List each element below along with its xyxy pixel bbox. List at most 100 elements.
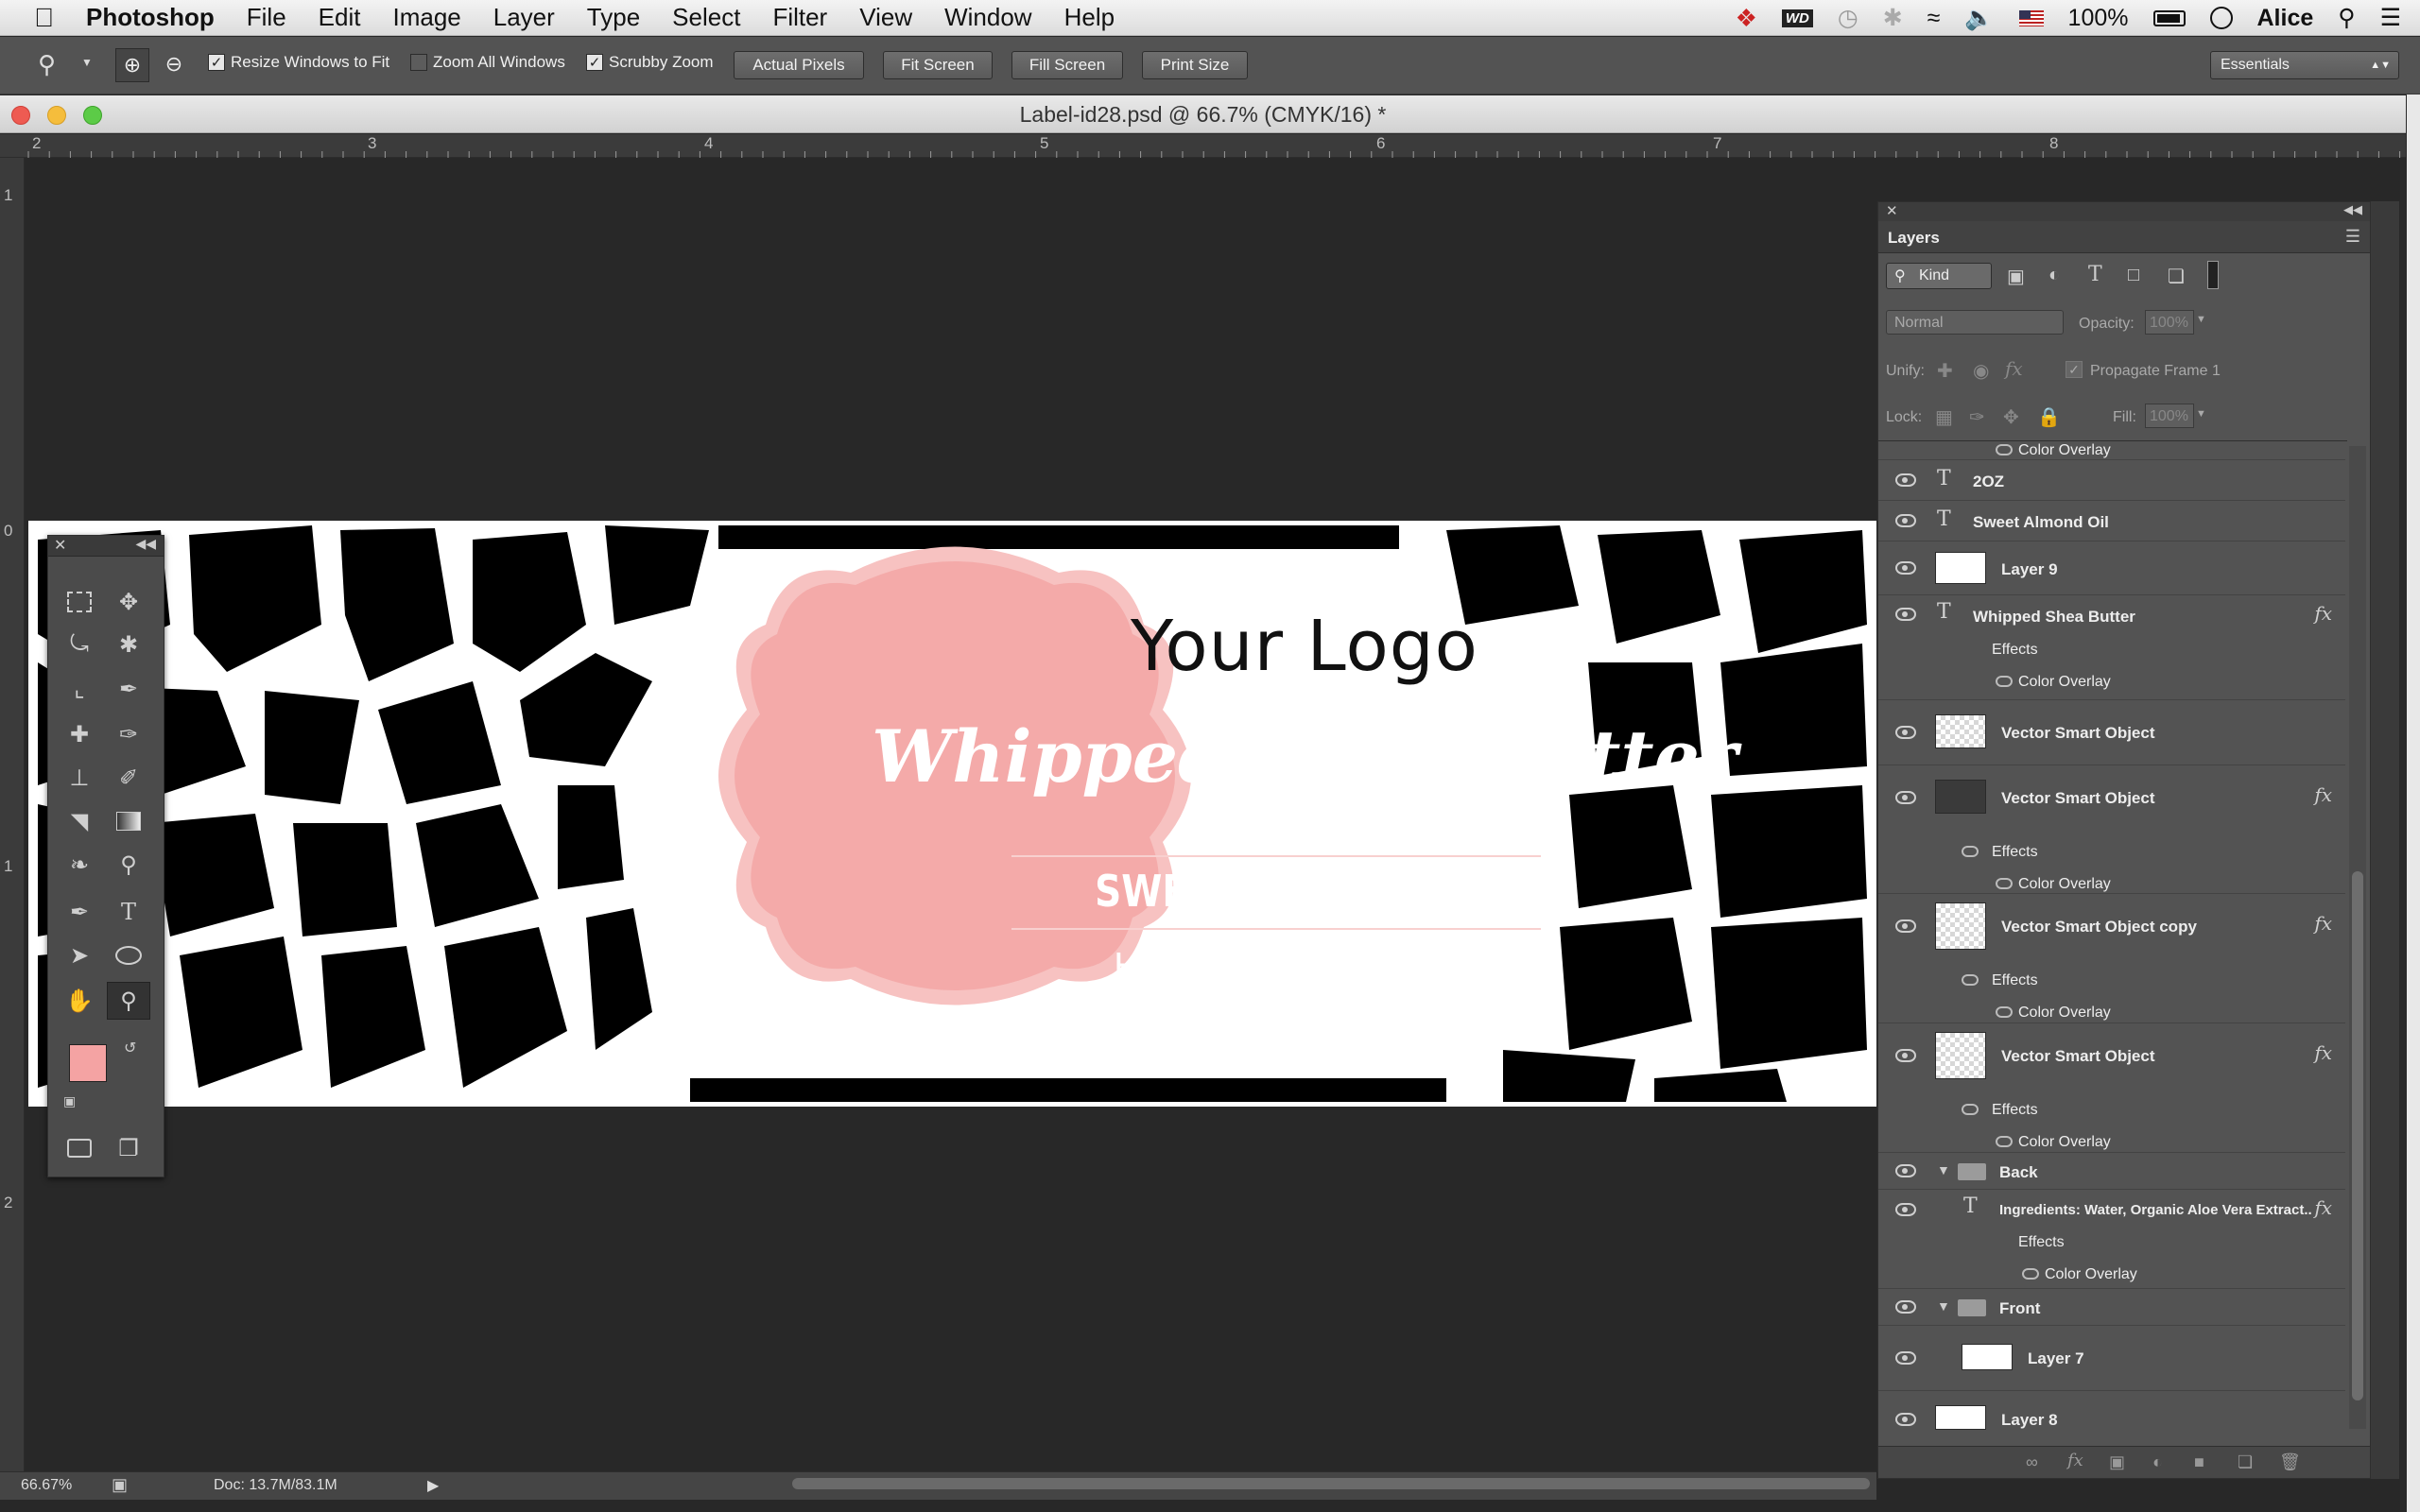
effects-visibility-icon[interactable] [1962,1104,1979,1115]
visibility-eye-icon[interactable] [1895,1049,1916,1062]
scrubby-zoom-checkbox[interactable]: ✓ Scrubby Zoom [586,53,714,72]
layer-name[interactable]: 2OZ [1973,472,2004,491]
status-menu-arrow-icon[interactable]: ▶ [427,1476,439,1495]
link-layers-icon[interactable]: ∞ [2026,1452,2038,1472]
panel-menu-icon[interactable]: ☰ [2345,227,2360,247]
marquee-tool-icon[interactable] [58,583,101,621]
effect-row[interactable]: Color Overlay [1878,441,2345,460]
notification-center-icon[interactable]: ☰ [2380,4,2401,32]
history-brush-tool-icon[interactable]: ✐ [107,759,150,797]
unify-visibility-icon[interactable]: ◉ [1973,359,1989,383]
filter-kind-select[interactable]: ⚲ Kind [1886,263,1992,289]
effects-visibility-icon[interactable] [1962,846,1979,857]
resize-windows-checkbox[interactable]: ✓ Resize Windows to Fit [208,53,389,72]
collapse-panel-icon[interactable]: ◀◀ [2343,202,2362,217]
layer-row[interactable]: Vector Smart Object fx Effects Color Ove… [1878,766,2345,894]
propagate-checkbox[interactable]: ✓ [2066,361,2083,378]
magic-wand-tool-icon[interactable]: ✱ [107,626,150,663]
layer-name[interactable]: Sweet Almond Oil [1973,513,2109,532]
layer-row[interactable]: Layer 7 [1878,1327,2345,1391]
bluetooth-icon[interactable]: ✱ [1883,4,1903,32]
menu-filter[interactable]: Filter [772,3,827,32]
clock-icon[interactable] [2209,7,2233,29]
battery-icon[interactable] [2152,9,2186,26]
preset-dropdown-icon[interactable]: ▼ [81,56,93,69]
move-tool-icon[interactable]: ✥ [107,583,150,621]
pen-tool-icon[interactable]: ✒ [58,893,101,931]
filter-shape-icon[interactable]: □ [2128,265,2139,286]
layer-effects-icon[interactable]: fx [2314,1196,2332,1219]
zoom-tool-icon[interactable]: ⚲ [107,982,150,1020]
layers-panel[interactable]: ✕ ◀◀ Layers ☰ ⚲ Kind ▣ ◐ T □ ❏ Normal Op… [1877,201,2371,1479]
foreground-color-swatch[interactable] [69,1044,107,1082]
print-size-button[interactable]: Print Size [1142,51,1248,79]
actual-pixels-button[interactable]: Actual Pixels [734,51,864,79]
visibility-eye-icon[interactable] [1895,608,1916,621]
brush-tool-icon[interactable]: ✑ [107,715,150,753]
clone-stamp-tool-icon[interactable]: ⊥ [58,759,101,797]
adjustment-layer-icon[interactable]: ◐ [2152,1452,2163,1472]
visibility-eye-icon[interactable] [1895,1300,1916,1314]
layer-name[interactable]: Layer 7 [2028,1349,2084,1368]
menu-type[interactable]: Type [587,3,640,32]
menu-view[interactable]: View [859,3,912,32]
layer-name[interactable]: Front [1999,1299,2040,1318]
layer-name[interactable]: Layer 8 [2001,1411,2058,1430]
visibility-eye-icon[interactable] [1895,1164,1916,1177]
group-row[interactable]: ▼ Back [1878,1154,2345,1190]
zoom-tool-preset-icon[interactable]: ⚲ [38,50,56,79]
filter-type-icon[interactable]: T [2088,263,2102,286]
type-tool-icon[interactable]: T [107,893,150,931]
new-layer-icon[interactable]: ❏ [2238,1452,2253,1472]
effect-visibility-icon[interactable] [1996,444,2013,455]
layer-row[interactable]: Vector Smart Object [1878,701,2345,765]
wd-drive-icon[interactable]: WD [1781,9,1813,27]
fill-field[interactable]: 100% [2145,404,2194,428]
layer-name[interactable]: Ingredients: Water, Organic Aloe Vera Ex… [1999,1202,2311,1218]
zoom-level[interactable]: 66.67% [21,1477,72,1494]
collapse-panel-icon[interactable]: ◀◀ [135,536,156,552]
effect-visibility-icon[interactable] [2022,1268,2039,1280]
effect-visibility-icon[interactable] [1996,1006,2013,1018]
effect-visibility-icon[interactable] [1996,1136,2013,1147]
wifi-icon[interactable]: ≈ [1927,5,1941,32]
group-expand-icon[interactable]: ▼ [1937,1162,1950,1177]
eyedropper-tool-icon[interactable]: ✒ [107,670,150,708]
group-expand-icon[interactable]: ▼ [1937,1298,1950,1314]
scrollbar-thumb[interactable] [2352,871,2363,1400]
battery-percent[interactable]: 100% [2068,5,2129,32]
default-colors-icon[interactable]: ▣ [63,1093,76,1109]
layer-name[interactable]: Layer 9 [2001,560,2058,579]
visibility-eye-icon[interactable] [1895,1413,1916,1426]
visibility-eye-icon[interactable] [1895,1203,1916,1216]
add-style-icon[interactable]: fx [2067,1451,2083,1470]
visibility-eye-icon[interactable] [1895,919,1916,933]
menu-app-name[interactable]: Photoshop [86,3,215,32]
layer-name[interactable]: Vector Smart Object copy [2001,918,2197,936]
swap-colors-icon[interactable]: ↺ [124,1039,136,1057]
path-selection-tool-icon[interactable]: ➤ [58,936,101,974]
layer-row[interactable]: T 2OZ [1878,461,2345,501]
ellipse-tool-icon[interactable] [107,936,150,974]
status-info-icon[interactable]: ▣ [112,1475,128,1495]
layer-name[interactable]: Vector Smart Object [2001,724,2155,743]
fill-screen-button[interactable]: Fill Screen [1011,51,1123,79]
crop-tool-icon[interactable]: ⌞ [58,670,101,708]
layer-row[interactable]: Layer 9 [1878,542,2345,595]
dropbox-icon[interactable]: ❖ [1736,4,1757,33]
menu-window[interactable]: Window [944,3,1031,32]
zoom-window-icon[interactable] [83,106,102,125]
minimize-window-icon[interactable] [47,106,66,125]
lasso-tool-icon[interactable]: ⤿ [58,626,101,663]
visibility-eye-icon[interactable] [1895,1351,1916,1365]
menu-layer[interactable]: Layer [493,3,555,32]
opacity-dropdown-icon[interactable]: ▼ [2196,314,2206,325]
filter-adjustment-icon[interactable]: ◐ [2048,265,2060,286]
group-row[interactable]: ▼ Front [1878,1290,2345,1326]
menu-help[interactable]: Help [1064,3,1115,32]
layers-list[interactable]: Color Overlay T 2OZ T Sweet Almond Oil L… [1878,440,2347,1442]
layer-row[interactable]: T Whipped Shea Butter fx Effects Color O… [1878,596,2345,700]
layers-scrollbar[interactable] [2349,446,2366,1429]
filter-pixel-icon[interactable]: ▣ [2007,265,2025,288]
volume-icon[interactable]: 🔈 [1964,5,1994,32]
